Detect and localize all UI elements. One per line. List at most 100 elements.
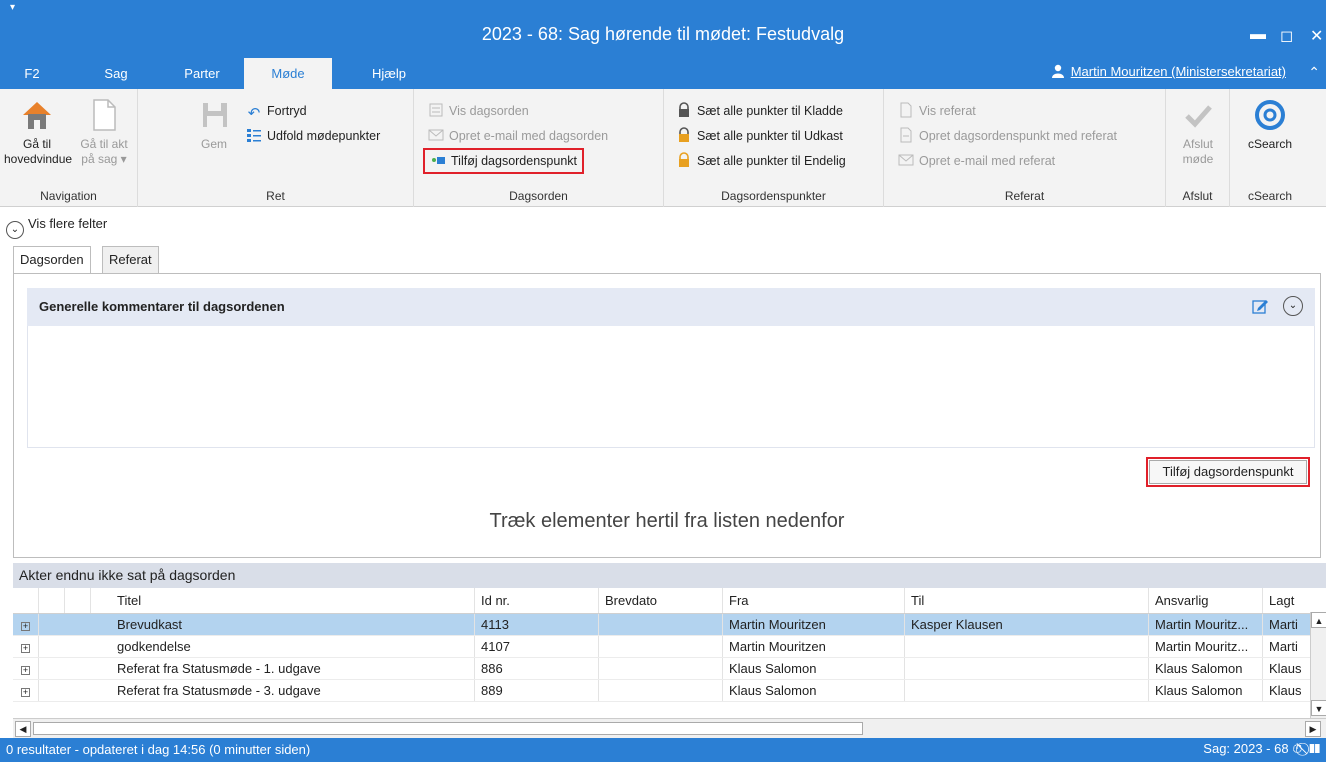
chevron-down-icon: ⌄ [6, 221, 24, 239]
maximize-button[interactable]: ◻ [1280, 26, 1293, 46]
set-all-udkast-button[interactable]: Sæt alle punkter til Udkast [676, 126, 843, 146]
cell-lagt: Marti [1263, 614, 1313, 635]
user-link[interactable]: Martin Mouritzen (Ministersekretariat) [1051, 64, 1286, 79]
goto-main-window-button[interactable]: Gå til hovedvindue [4, 97, 72, 167]
ribbon-group-afslut: Afslut møde Afslut [1166, 89, 1230, 207]
column-header-fra[interactable]: Fra [723, 588, 905, 613]
vertical-scrollbar[interactable]: ▲ ▼ [1310, 612, 1326, 718]
set-all-final-button[interactable]: Sæt alle punkter til Endelig [676, 151, 846, 171]
cell-fra: Klaus Salomon [723, 658, 905, 679]
csearch-button[interactable]: cSearch [1236, 97, 1304, 152]
close-button[interactable]: ✕ [1310, 26, 1323, 46]
collapse-ribbon-icon[interactable]: ⌃ [1308, 64, 1320, 81]
end-meeting-button[interactable]: Afslut møde [1174, 97, 1222, 167]
cell-til [905, 680, 1149, 701]
cell-ansvarlig: Martin Mouritz... [1149, 614, 1263, 635]
comments-title: Generelle kommentarer til dagsordenen [39, 299, 285, 314]
minimize-button[interactable]: ▬ [1250, 26, 1266, 44]
ribbon-group-dagsorden: Vis dagsorden Opret e-mail med dagsorden… [414, 89, 664, 207]
group-label-navigation: Navigation [40, 189, 97, 203]
tab-hjaelp[interactable]: Hjælp [364, 58, 414, 89]
add-agenda-item-button[interactable]: Tilføj dagsordenspunkt [1146, 457, 1310, 487]
column-header-ansvarlig[interactable]: Ansvarlig [1149, 588, 1263, 613]
column-header-brevdato[interactable]: Brevdato [599, 588, 723, 613]
cell-fra: Klaus Salomon [723, 680, 905, 701]
cell-brevdato [599, 658, 723, 679]
tab-f2[interactable]: F2 [0, 58, 64, 89]
ribbon-tab-bar: F2 Sag Parter Møde Hjælp Martin Mouritze… [0, 58, 1326, 89]
scroll-down-arrow[interactable]: ▼ [1311, 700, 1326, 716]
scroll-up-arrow[interactable]: ▲ [1311, 612, 1326, 628]
edit-icon[interactable] [1251, 297, 1269, 315]
home-icon [23, 102, 51, 129]
save-button[interactable]: Gem [194, 97, 234, 152]
create-email-minutes-button[interactable]: Opret e-mail med referat [898, 151, 1055, 171]
lock-icon [679, 127, 689, 142]
system-menu-icon[interactable]: ▾ [10, 2, 15, 13]
group-label-dagsorden: Dagsorden [509, 189, 568, 203]
add-agenda-item-ribbon-button[interactable]: Tilføj dagsordenspunkt [423, 148, 584, 174]
show-agenda-button[interactable]: Vis dagsorden [428, 101, 529, 121]
title-bar: ▾ 2023 - 68: Sag hørende til mødet: Fest… [0, 0, 1326, 58]
cell-til: Kasper Klausen [905, 614, 1149, 635]
set-all-udkast-label: Sæt alle punkter til Udkast [697, 129, 843, 143]
save-icon [203, 103, 227, 127]
minutes-add-icon [900, 127, 912, 143]
add-agenda-item-ribbon-label: Tilføj dagsordenspunkt [451, 154, 577, 168]
header-blank-3 [65, 588, 91, 613]
grid-title: Akter endnu ikke sat på dagsorden [13, 563, 1326, 588]
status-text: 0 resultater - opdateret i dag 14:56 (0 … [6, 742, 311, 757]
create-email-agenda-button[interactable]: Opret e-mail med dagsorden [428, 126, 608, 146]
group-label-csearch: cSearch [1247, 189, 1293, 203]
create-item-with-minutes-label: Opret dagsordenspunkt med referat [919, 129, 1118, 143]
ribbon: Gå til hovedvindue Gå til akt på sag ▾ N… [0, 89, 1326, 207]
undo-button[interactable]: ↶ Fortryd [246, 101, 307, 122]
comments-textarea[interactable] [27, 326, 1315, 448]
tab-parter[interactable]: Parter [174, 58, 230, 89]
ribbon-group-dagsordenspunkter: Sæt alle punkter til Kladde Sæt alle pun… [664, 89, 884, 207]
scrollbar-thumb[interactable] [33, 722, 863, 735]
lock-icon [679, 152, 689, 167]
cell-id: 886 [475, 658, 599, 679]
tab-referat[interactable]: Referat [102, 246, 159, 273]
horizontal-scrollbar[interactable]: ◀ ▶ [13, 718, 1326, 738]
drop-zone-hint: Træk elementer hertil fra listen nedenfo… [489, 510, 845, 532]
minutes-icon [900, 102, 912, 118]
lock-icon [679, 102, 689, 117]
tab-moede[interactable]: Møde [244, 58, 332, 89]
column-header-lagt[interactable]: Lagt [1263, 588, 1313, 613]
table-row[interactable]: + godkendelse 4107 Martin Mouritzen Mart… [13, 636, 1313, 658]
row-expander[interactable]: + [13, 636, 39, 657]
collapse-comments-icon[interactable]: ⌄ [1283, 296, 1303, 316]
expand-meeting-points-button[interactable]: Udfold mødepunkter [246, 126, 380, 146]
cell-til [905, 658, 1149, 679]
table-row[interactable]: + Brevudkast 4113 Martin Mouritzen Kaspe… [13, 614, 1313, 636]
list-expand-icon [247, 129, 261, 142]
show-minutes-button[interactable]: Vis referat [898, 101, 976, 121]
row-expander[interactable]: + [13, 658, 39, 679]
row-expander[interactable]: + [13, 680, 39, 701]
tab-dagsorden[interactable]: Dagsorden [13, 246, 91, 274]
show-more-fields-toggle[interactable]: ⌄ Vis flere felter [6, 213, 107, 239]
csearch-icon [1255, 100, 1285, 130]
window-title: 2023 - 68: Sag hørende til mødet: Festud… [481, 24, 845, 44]
column-header-titel[interactable]: Titel [111, 588, 475, 613]
table-row[interactable]: + Referat fra Statusmøde - 3. udgave 889… [13, 680, 1313, 702]
show-minutes-label: Vis referat [919, 104, 976, 118]
cell-titel: godkendelse [111, 636, 475, 657]
scroll-left-arrow[interactable]: ◀ [15, 721, 31, 737]
set-all-draft-button[interactable]: Sæt alle punkter til Kladde [676, 101, 843, 121]
column-header-id[interactable]: Id nr. [475, 588, 599, 613]
goto-act-button[interactable]: Gå til akt på sag ▾ [72, 97, 136, 167]
scroll-right-arrow[interactable]: ▶ [1305, 721, 1321, 737]
table-row[interactable]: + Referat fra Statusmøde - 1. udgave 886… [13, 658, 1313, 680]
cell-titel: Brevudkast [111, 614, 475, 635]
set-all-draft-label: Sæt alle punkter til Kladde [697, 104, 843, 118]
expand-icon: + [21, 621, 30, 631]
create-item-with-minutes-button[interactable]: Opret dagsordenspunkt med referat [898, 126, 1117, 146]
column-header-til[interactable]: Til [905, 588, 1149, 613]
acts-grid: Titel Id nr. Brevdato Fra Til Ansvarlig … [13, 588, 1313, 718]
tab-sag[interactable]: Sag [96, 58, 136, 89]
ribbon-group-navigation: Gå til hovedvindue Gå til akt på sag ▾ N… [0, 89, 138, 207]
row-expander[interactable]: + [13, 614, 39, 635]
